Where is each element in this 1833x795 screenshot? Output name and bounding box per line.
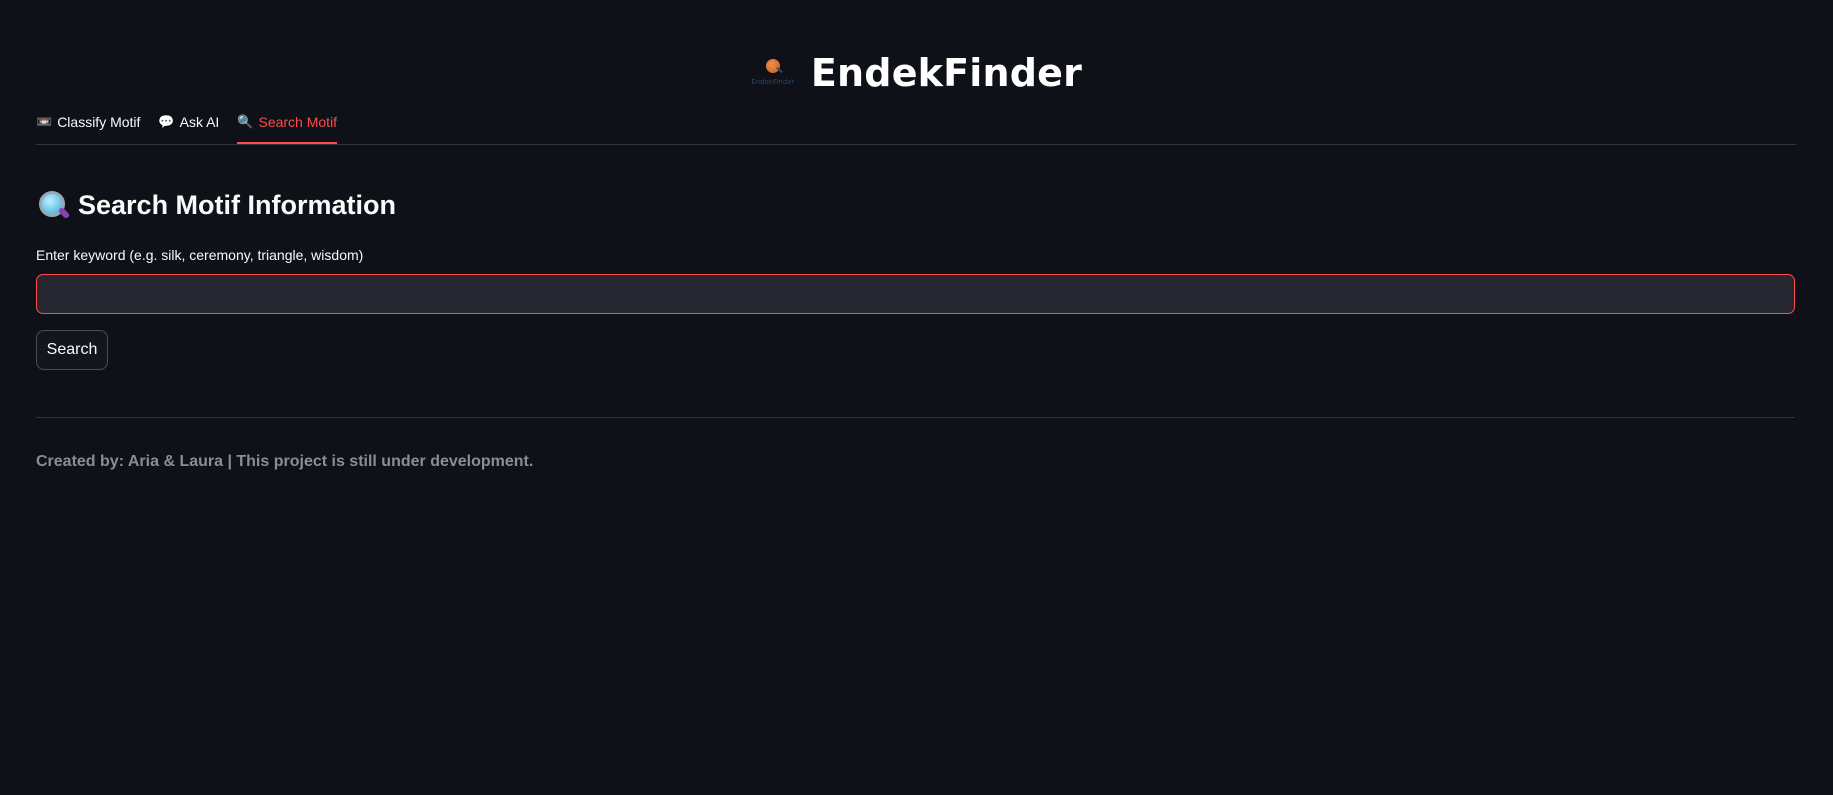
tab-label: Ask AI	[179, 114, 220, 130]
logo-caption: EndekFinder	[751, 78, 795, 86]
magnifier-icon: 🔍	[237, 114, 254, 129]
search-button[interactable]: Search	[36, 330, 108, 370]
footer-divider	[36, 417, 1795, 418]
speech-bubble-icon: 💬	[158, 114, 175, 129]
app-title: EndekFinder	[810, 51, 1083, 95]
section-title: Search Motif Information	[78, 189, 397, 220]
magnifier-icon	[36, 188, 71, 222]
logo-magnifier-icon	[776, 66, 783, 74]
section-heading: Search Motif Information	[36, 188, 396, 222]
logo-ball-icon	[765, 59, 780, 73]
endekfinder-logo: EndekFinder	[751, 56, 795, 90]
tab-bar: 📼 Classify Motif 💬 Ask AI 🔍 Search Motif	[36, 110, 1796, 145]
app-root: EndekFinder EndekFinder 📼 Classify Motif…	[0, 0, 1833, 795]
tab-label: Search Motif	[258, 114, 338, 130]
footer-credits: Created by: Aria & Laura | This project …	[36, 453, 534, 470]
tab-label: Classify Motif	[57, 114, 141, 130]
videocassette-icon: 📼	[36, 114, 53, 129]
app-header: EndekFinder EndekFinder	[0, 48, 1833, 98]
keyword-field-label: Enter keyword (e.g. silk, ceremony, tria…	[36, 247, 364, 263]
keyword-search-input[interactable]	[36, 274, 1795, 314]
tab-classify-motif[interactable]: 📼 Classify Motif	[36, 110, 140, 144]
tab-ask-ai[interactable]: 💬 Ask AI	[158, 110, 219, 144]
tab-search-motif[interactable]: 🔍 Search Motif	[237, 110, 338, 144]
